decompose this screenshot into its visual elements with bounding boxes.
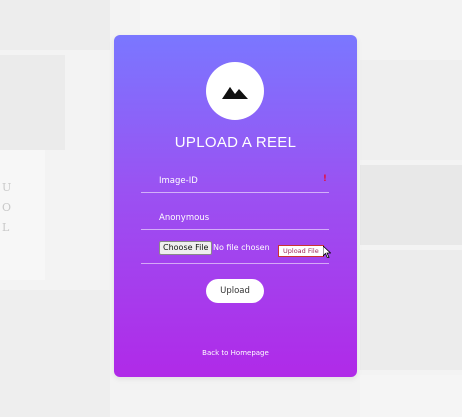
background-tile bbox=[360, 375, 462, 417]
back-to-homepage-link[interactable]: Back to Homepage bbox=[114, 349, 357, 357]
choose-file-button[interactable]: Choose File bbox=[159, 241, 213, 255]
name-input[interactable] bbox=[141, 207, 329, 229]
background-letter: U bbox=[2, 181, 13, 194]
page-title: UPLOAD A REEL bbox=[174, 134, 297, 151]
alert-icon: ! bbox=[322, 174, 327, 184]
background-tile bbox=[360, 165, 462, 245]
image-id-input[interactable] bbox=[141, 170, 329, 192]
upload-card: UPLOAD A REEL ! Choose File No file chos… bbox=[114, 35, 357, 377]
upload-file-tooltip: Upload File bbox=[278, 245, 324, 257]
background-tile bbox=[0, 0, 110, 50]
mountain-image-icon bbox=[222, 87, 248, 99]
file-status-text: No file chosen bbox=[213, 243, 270, 252]
background-tile bbox=[360, 250, 462, 370]
background-tile bbox=[0, 55, 65, 150]
logo-circle bbox=[206, 62, 264, 120]
background-tile bbox=[140, 0, 280, 35]
background-tile bbox=[360, 60, 462, 160]
background-letter: L bbox=[2, 221, 11, 234]
image-id-field-wrapper: ! bbox=[141, 168, 329, 193]
background-letter: O bbox=[2, 201, 13, 214]
name-field-wrapper bbox=[141, 205, 329, 230]
file-input-row: Choose File No file chosen Upload File bbox=[141, 238, 331, 264]
mouse-cursor-icon bbox=[323, 246, 331, 258]
background-tile bbox=[0, 290, 110, 417]
upload-button[interactable]: Upload bbox=[206, 279, 264, 303]
background-letters: U O L bbox=[2, 178, 22, 238]
